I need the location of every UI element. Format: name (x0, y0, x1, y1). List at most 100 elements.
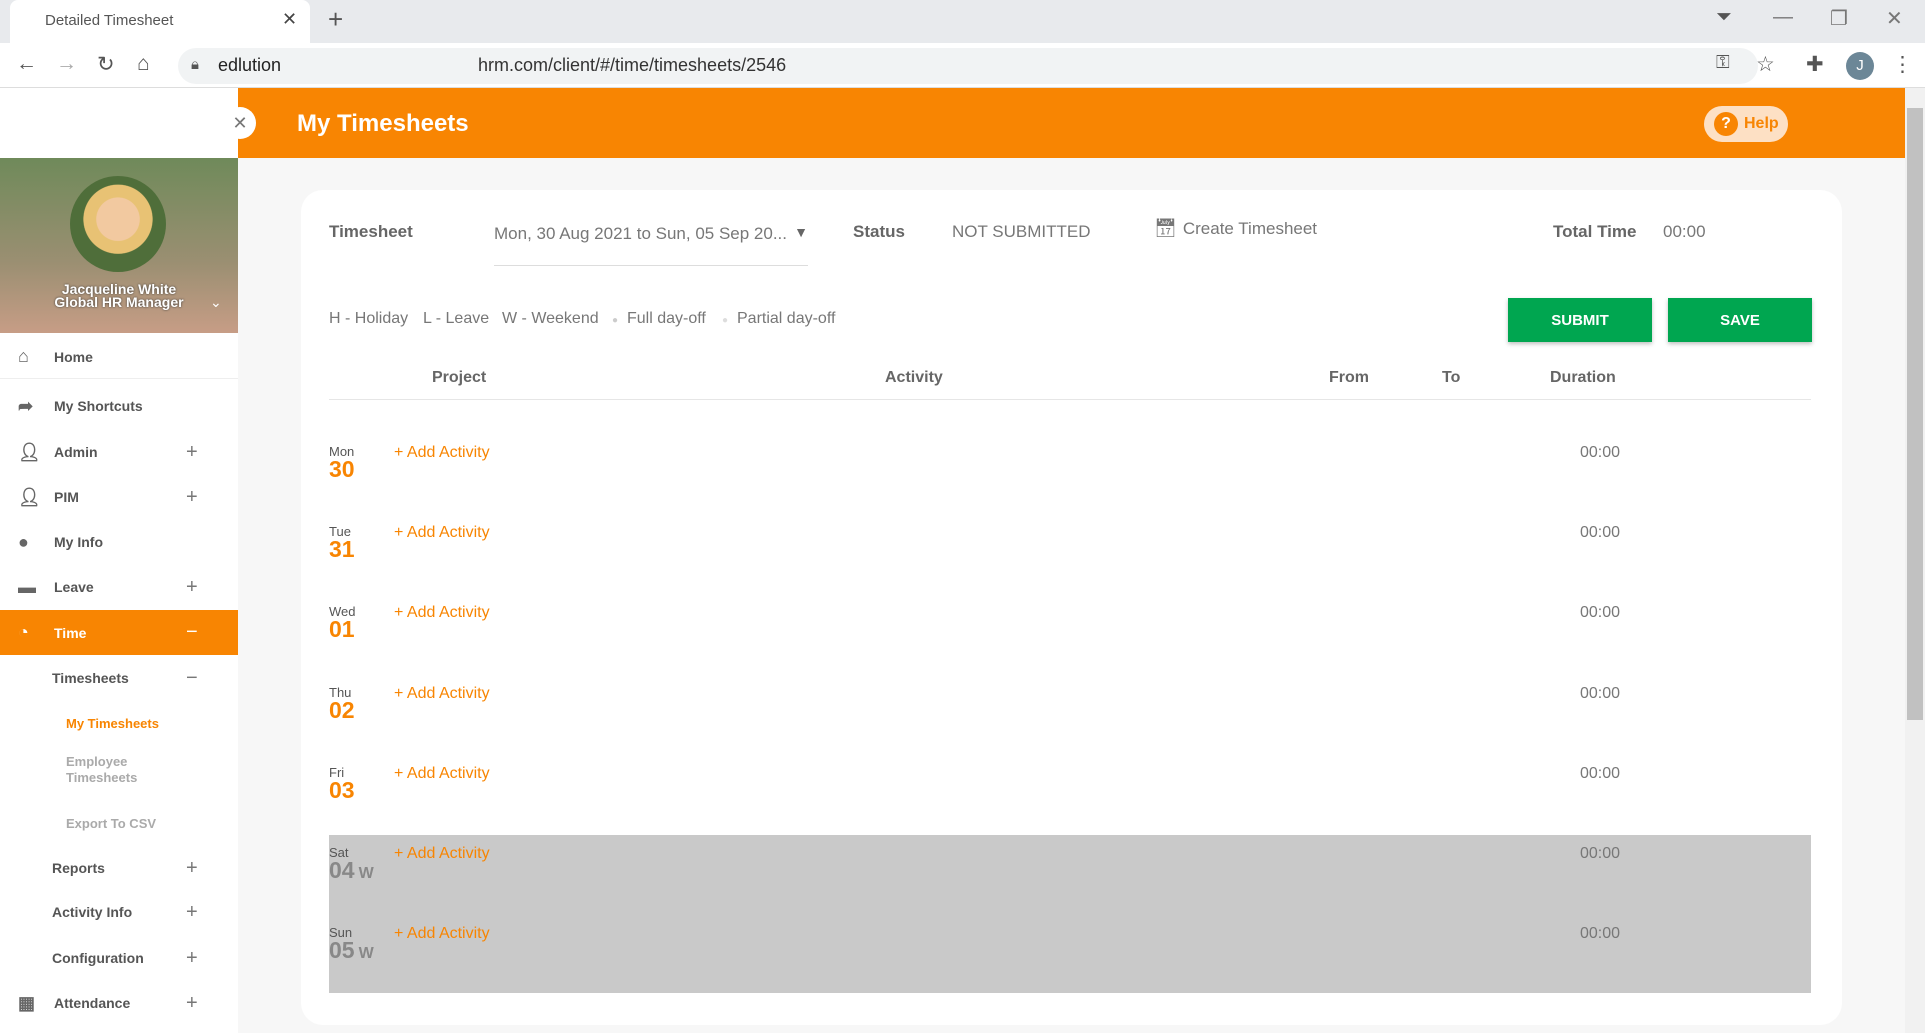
sidebar-item-home[interactable]: ⌂ Home (0, 335, 238, 379)
col-duration: Duration (1550, 369, 1616, 386)
close-window-icon[interactable]: ✕ (1886, 6, 1903, 31)
expand-icon[interactable]: + (186, 857, 198, 880)
browser-menu-icon[interactable]: ⏷ (1716, 6, 1732, 29)
day-row: Tue 31 + Add Activity 00:00 (329, 524, 1811, 584)
menu-label: Configuration (52, 950, 144, 966)
day-number: 03 (329, 777, 355, 804)
close-sidebar-icon[interactable]: ✕ (224, 107, 256, 139)
help-label: Help (1744, 115, 1779, 132)
user-role: Global HR Manager (54, 294, 184, 310)
total-time-value: 00:00 (1663, 222, 1706, 241)
period-select[interactable]: Mon, 30 Aug 2021 to Sun, 05 Sep 20... ▼ (494, 222, 808, 266)
sidebar-item-leave[interactable]: ▬ Leave + (0, 565, 238, 609)
caret-down-icon: ▼ (794, 224, 808, 240)
sidebar-item-my-info[interactable]: ● My Info (0, 520, 238, 564)
chevron-down-icon[interactable]: ⌄ (210, 294, 222, 311)
question-icon: ? (1714, 112, 1738, 136)
add-activity-link[interactable]: + Add Activity (394, 925, 490, 943)
day-duration: 00:00 (1580, 764, 1621, 782)
url-text: hrm.com/client/#/time/timesheets/2546 (478, 55, 787, 75)
star-icon[interactable]: ☆ (1756, 52, 1775, 77)
add-activity-link[interactable]: + Add Activity (394, 604, 490, 622)
day-number: 05 W (329, 937, 374, 964)
header-divider (329, 399, 1811, 400)
menu-label: My Timesheets (66, 715, 159, 731)
day-row: Mon 30 + Add Activity 00:00 (329, 444, 1811, 504)
sidebar-item-timesheets[interactable]: Timesheets − (0, 656, 238, 700)
add-activity-link[interactable]: + Add Activity (394, 524, 490, 542)
user-list-icon: 👤︎ (18, 486, 41, 507)
sidebar-item-time[interactable]: ◔ Time − (0, 610, 238, 655)
legend-weekend: W - Weekend (502, 310, 599, 327)
day-num: 30 (329, 456, 355, 482)
expand-icon[interactable]: + (186, 486, 198, 509)
menu-label: PIM (54, 489, 79, 505)
add-activity-link[interactable]: + Add Activity (394, 765, 490, 783)
minimize-icon[interactable]: — (1773, 6, 1793, 29)
day-duration: 00:00 (1580, 524, 1621, 542)
page-header (238, 88, 1905, 158)
menu-label: Employee Timesheets (66, 754, 138, 785)
sidebar-item-admin[interactable]: 👤︎ Admin + (0, 430, 238, 474)
restore-icon[interactable]: ❐ (1830, 6, 1848, 31)
day-num: 04 (329, 857, 355, 883)
legend-leave: L - Leave (423, 310, 490, 327)
page-title: My Timesheets (297, 110, 469, 137)
tab-close-icon[interactable]: ✕ (282, 9, 297, 30)
sidebar-item-employee-timesheets[interactable]: Employee Timesheets (0, 748, 170, 792)
sidebar-item-shortcuts[interactable]: ➦ My Shortcuts (0, 384, 238, 428)
create-timesheet-button[interactable]: 📅︎ Create Timesheet (1154, 218, 1317, 239)
day-num: 01 (329, 616, 355, 643)
menu-label: Attendance (54, 995, 131, 1011)
sidebar-item-reports[interactable]: Reports + (0, 846, 238, 890)
collapse-icon[interactable]: − (186, 667, 198, 690)
expand-icon[interactable]: + (186, 992, 198, 1015)
sidebar-item-activity-info[interactable]: Activity Info + (0, 890, 238, 934)
add-activity-link[interactable]: + Add Activity (394, 845, 490, 863)
reload-icon[interactable]: ↻ (97, 52, 115, 77)
sidebar-item-configuration[interactable]: Configuration + (0, 936, 238, 980)
create-label: Create Timesheet (1182, 218, 1318, 238)
day-row: Fri 03 + Add Activity 00:00 (329, 765, 1811, 825)
forward-icon[interactable]: → (56, 52, 77, 76)
day-duration: 00:00 (1580, 604, 1621, 622)
day-row: Thu 02 + Add Activity 00:00 (329, 685, 1811, 745)
home-icon[interactable]: ⌂ (137, 52, 150, 76)
key-icon[interactable]: ⚿ (1716, 52, 1730, 73)
save-button[interactable]: SAVE (1668, 298, 1812, 342)
back-icon[interactable]: ← (16, 52, 37, 76)
sidebar-item-pim[interactable]: 👤︎ PIM + (0, 475, 238, 519)
url-input[interactable] (178, 48, 1758, 84)
submit-button[interactable]: SUBMIT (1508, 298, 1652, 342)
expand-icon[interactable]: + (186, 901, 198, 924)
weekend-tag: W (358, 865, 374, 882)
help-button[interactable]: ? Help (1704, 106, 1788, 142)
avatar (70, 176, 166, 272)
sidebar-item-export-csv[interactable]: Export To CSV (0, 801, 238, 845)
legend-full-dayoff: Full day-off (627, 310, 706, 327)
scrollbar-thumb[interactable] (1907, 108, 1923, 720)
user-circle-icon: ● (18, 531, 29, 552)
collapse-icon[interactable]: − (186, 621, 198, 644)
sidebar-item-attendance[interactable]: ▦ Attendance + (0, 981, 238, 1025)
col-activity: Activity (885, 369, 943, 386)
profile-avatar[interactable]: J (1846, 52, 1874, 80)
new-tab-icon[interactable]: + (328, 4, 343, 35)
menu-label: Admin (54, 444, 98, 460)
add-activity-link[interactable]: + Add Activity (394, 685, 490, 703)
add-activity-link[interactable]: + Add Activity (394, 444, 490, 462)
home-icon: ⌂ (18, 346, 29, 366)
day-number: 30 (329, 456, 355, 483)
menu-label: Export To CSV (66, 815, 157, 831)
extensions-icon[interactable]: ✚ (1806, 52, 1824, 77)
more-icon[interactable]: ⋮ (1892, 52, 1913, 77)
lock-icon: 🔒︎ (191, 56, 199, 73)
menu-label: Leave (54, 579, 94, 595)
expand-icon[interactable]: + (186, 441, 198, 464)
expand-icon[interactable]: + (186, 947, 198, 970)
sidebar-item-my-timesheets[interactable]: My Timesheets (0, 701, 238, 745)
col-project: Project (432, 369, 487, 386)
profile-card[interactable]: Jacqueline White Global HR Manager ⌄ (0, 158, 238, 333)
expand-icon[interactable]: + (186, 576, 198, 599)
day-number: 04 W (329, 857, 374, 884)
